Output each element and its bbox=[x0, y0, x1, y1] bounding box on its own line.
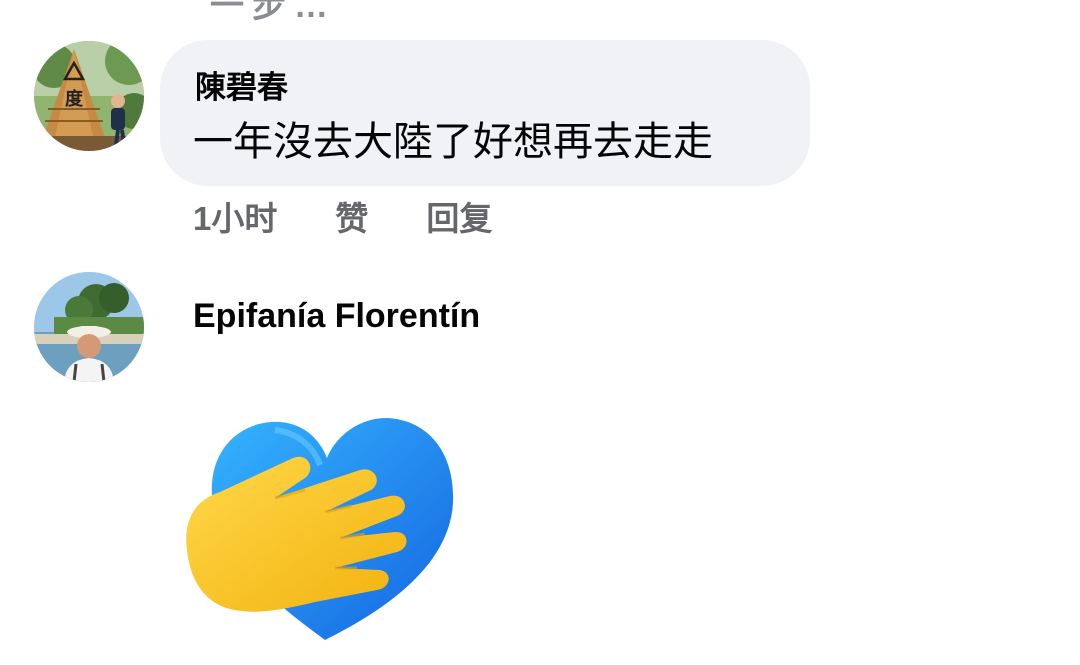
comment-actions: 1小时 赞 回复 bbox=[193, 196, 492, 237]
comment-thread: 一步… 度 陳碧春 一年沒去大陸了好想再去走走 1小时 赞 回复 Epifaní… bbox=[0, 0, 1080, 665]
avatar[interactable]: 度 bbox=[34, 41, 144, 151]
heart-with-hand-sticker bbox=[186, 418, 454, 640]
comment-author-name[interactable]: 陳碧春 bbox=[195, 72, 288, 103]
like-button[interactable]: 赞 bbox=[335, 192, 368, 240]
avatar-photo: 度 bbox=[34, 41, 144, 151]
avatar-photo bbox=[34, 272, 144, 382]
svg-text:度: 度 bbox=[65, 88, 84, 110]
previous-comment-fragment: 一步… bbox=[210, 0, 336, 25]
avatar[interactable] bbox=[34, 272, 144, 382]
comment-timestamp[interactable]: 1小时 bbox=[193, 192, 277, 240]
comment-bubble[interactable]: 陳碧春 一年沒去大陸了好想再去走走 bbox=[160, 40, 810, 186]
reply-button[interactable]: 回复 bbox=[426, 192, 492, 240]
comment-author-name[interactable]: Epifanía Florentín bbox=[193, 297, 480, 336]
comment-text: 一年沒去大陸了好想再去走走 bbox=[193, 120, 713, 164]
